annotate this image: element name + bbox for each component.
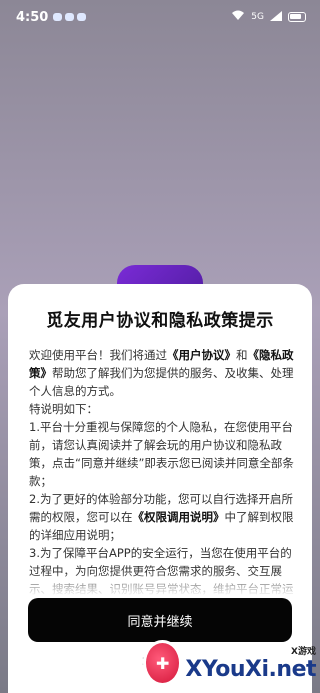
watermark-big: XYouXi.net [185,657,316,682]
special-note: 特说明如下： [29,402,98,416]
item-2: 2.为了更好的体验部分功能，您可以自行选择开启所需的权限，您可以在《权限调用说明… [29,490,297,544]
status-time: 4:50 [16,9,49,25]
signal-icon [270,10,282,24]
cloud-icon [77,13,87,21]
status-bar: 4:50 5G [0,0,320,34]
item-1: 1.平台十分重视与保障您的个人隐私，在您使用平台前，请您认真阅读并了解会玩的用户… [29,420,294,488]
agree-button[interactable]: 同意并继续 [28,598,292,642]
gamepad-icon: ✚ [146,643,180,683]
user-agreement-link[interactable]: 《用户协议》 [167,348,236,362]
intro-prefix: 欢迎使用平台！我们将通过 [29,348,167,362]
watermark: ✚ X游戏 XYouXi.net [146,637,316,689]
wifi-icon [231,10,245,24]
and-word: 和 [236,348,248,362]
status-right: 5G [231,10,306,24]
watermark-text: X游戏 XYouXi.net [185,644,316,682]
intro-paragraph: 欢迎使用平台！我们将通过《用户协议》和《隐私政策》帮助您了解我们为您提供的服务、… [29,346,297,400]
notification-icons [53,13,87,21]
battery-icon [288,12,306,22]
cloud-icon [53,13,63,21]
status-left: 4:50 [16,9,87,25]
dialog-title: 觅友用户协议和隐私政策提示 [46,311,274,331]
privacy-dialog: 觅友用户协议和隐私政策提示 欢迎使用平台！我们将通过《用户协议》和《隐私政策》帮… [8,284,312,693]
dialog-fade [8,572,312,596]
app-notification-icon [65,13,75,21]
watermark-small: X游戏 [291,647,316,657]
intro-suffix: 帮助您了解我们为您提供的服务、及收集、处理个人信息的方式。 [29,366,294,398]
network-type: 5G [251,12,264,22]
permission-doc-link[interactable]: 《权限调用说明》 [133,510,225,524]
